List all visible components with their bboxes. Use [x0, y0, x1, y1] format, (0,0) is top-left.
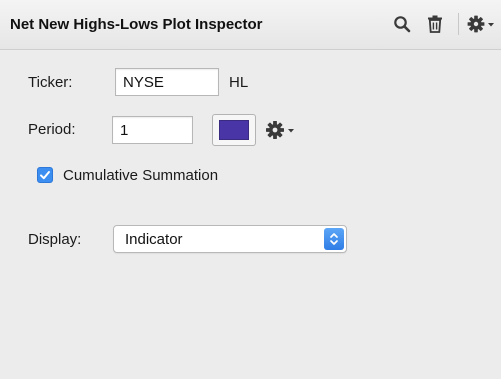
checkmark-icon [40, 171, 50, 180]
display-label: Display: [28, 231, 82, 248]
search-icon[interactable] [390, 12, 414, 36]
ticker-label: Ticker: [28, 74, 73, 91]
inspector-titlebar: Net New Highs-Lows Plot Inspector [0, 0, 501, 50]
select-arrows-icon[interactable] [324, 228, 344, 250]
inspector-title: Net New Highs-Lows Plot Inspector [10, 16, 263, 33]
ticker-input[interactable] [115, 68, 219, 96]
plot-inspector-panel: Net New Highs-Lows Plot Inspector Ticker… [0, 0, 501, 379]
cumulative-summation-label[interactable]: Cumulative Summation [63, 167, 218, 184]
toolbar-divider [458, 13, 459, 35]
ticker-suffix: HL [229, 74, 249, 91]
display-select[interactable]: Indicator [113, 225, 347, 253]
plot-color-well[interactable] [212, 114, 256, 146]
plot-color-swatch [219, 120, 249, 140]
period-input[interactable] [112, 116, 193, 144]
plot-options-gear-icon[interactable] [265, 118, 301, 142]
display-select-value: Indicator [125, 231, 183, 248]
period-label: Period: [28, 121, 76, 138]
cumulative-summation-checkbox[interactable] [37, 167, 53, 183]
trash-icon[interactable] [424, 12, 446, 36]
gear-icon[interactable] [467, 12, 501, 36]
